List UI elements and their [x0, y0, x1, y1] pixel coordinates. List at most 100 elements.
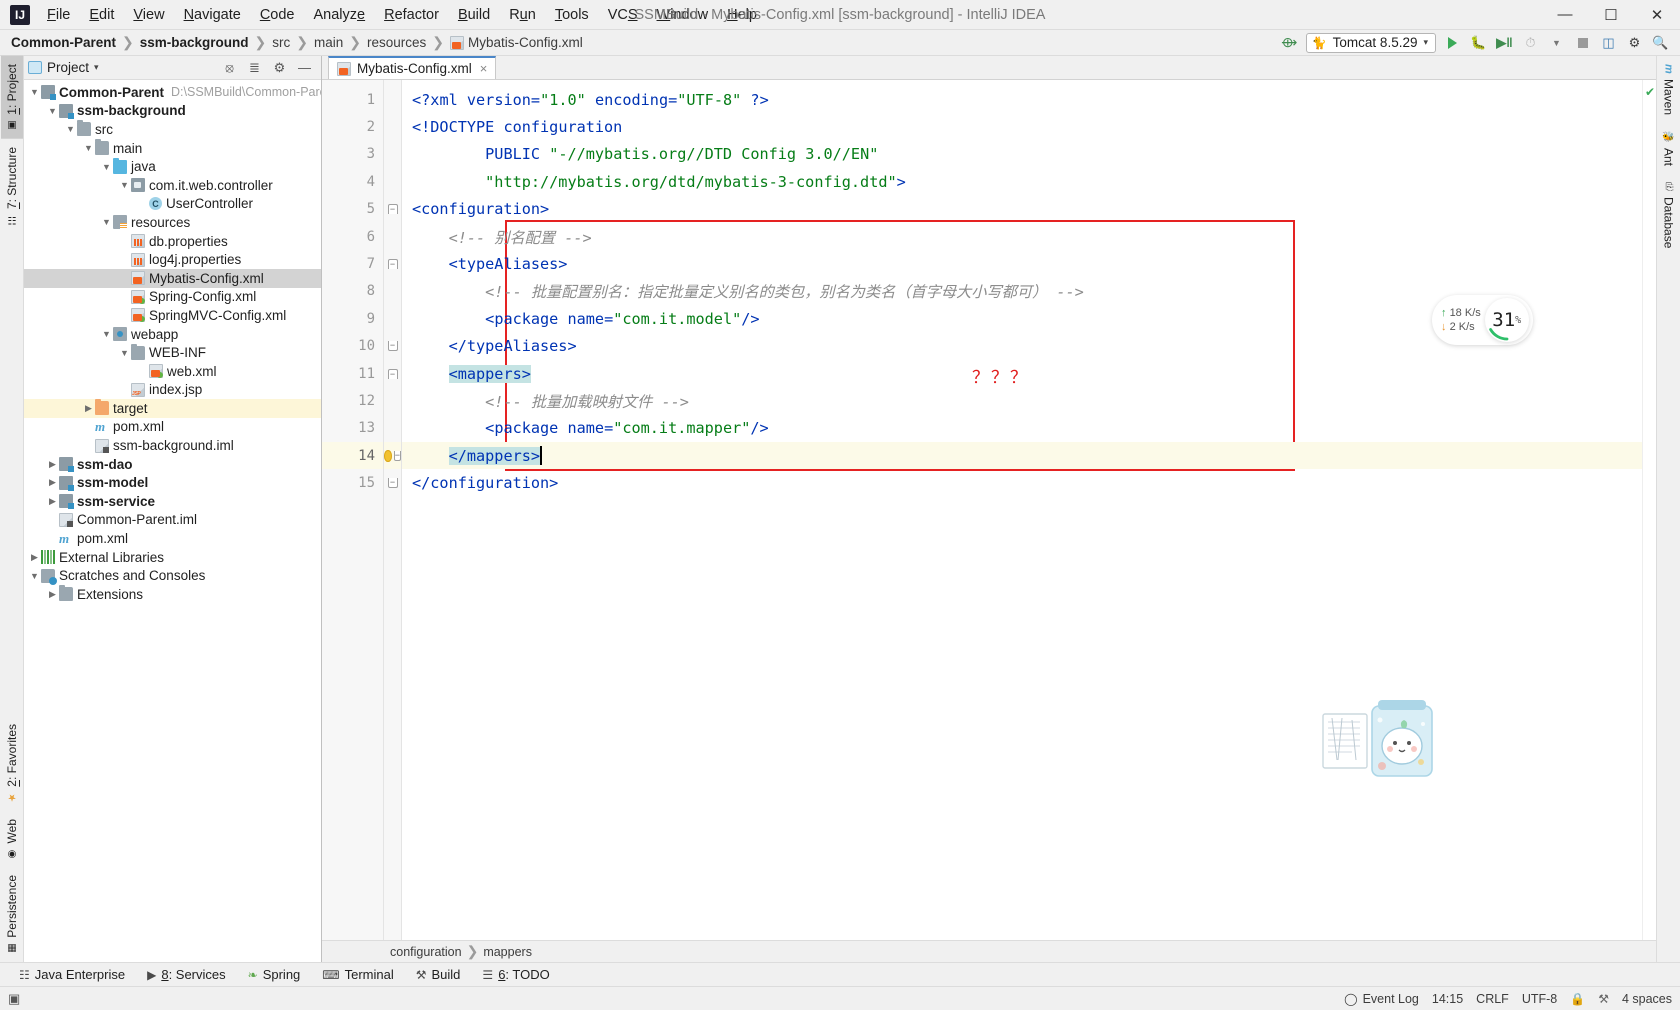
editor-breadcrumb-item-0[interactable]: configuration	[390, 945, 462, 959]
sidebar-item-database[interactable]: ⎘ Database	[1658, 174, 1680, 256]
line-number[interactable]: 12	[322, 387, 383, 414]
tree-node[interactable]: ▼ src	[24, 120, 321, 139]
code-line[interactable]: <!DOCTYPE configuration	[402, 113, 1642, 140]
tree-node[interactable]: ▶ ssm-model	[24, 473, 321, 492]
fold-toggle-icon[interactable]: −	[387, 204, 398, 215]
caret-position[interactable]: 14:15	[1432, 992, 1463, 1006]
tree-node[interactable]: ▼ webapp	[24, 325, 321, 344]
menu-item-build[interactable]: Build	[449, 3, 499, 27]
chevron-right-icon[interactable]: ▶	[46, 477, 59, 488]
git-branch-icon[interactable]: ⚒	[1598, 992, 1609, 1006]
line-number[interactable]: 4	[322, 168, 383, 195]
hammer-icon[interactable]: ⟴	[1280, 33, 1299, 52]
breadcrumb-item-2[interactable]: src	[267, 33, 295, 52]
close-button[interactable]: ✕	[1634, 0, 1680, 30]
chevron-down-icon[interactable]: ▼	[118, 348, 131, 358]
code-line[interactable]: </typeAliases>	[402, 333, 1642, 360]
tree-node[interactable]: m pom.xml	[24, 418, 321, 437]
code-line[interactable]: <!-- 批量配置别名：指定批量定义别名的类包，别名为类名（首字母大小写都可） …	[402, 278, 1642, 305]
line-number[interactable]: 11	[322, 360, 383, 387]
line-number[interactable]: 14	[322, 442, 383, 470]
tree-node[interactable]: ▼ WEB-INF	[24, 343, 321, 362]
editor-breadcrumb-item-1[interactable]: mappers	[483, 945, 532, 959]
chevron-right-icon[interactable]: ▶	[46, 459, 59, 470]
fold-row[interactable]	[384, 141, 401, 168]
bottom-tool-todo[interactable]: ☰ 6: TODO	[471, 965, 560, 984]
sidebar-item-persistence[interactable]: ▦ Persistence	[1, 867, 23, 962]
sidebar-item-favorites[interactable]: ★ 2: Favorites	[1, 716, 23, 811]
event-log-button[interactable]: ◯ Event Log	[1344, 992, 1419, 1006]
chevron-right-icon[interactable]: ▶	[46, 589, 59, 600]
code-line[interactable]: < package name = "com.it.model"/>	[402, 305, 1642, 332]
chevron-down-icon[interactable]: ▼	[1547, 33, 1566, 52]
menu-item-vcs[interactable]: VCS	[599, 3, 647, 27]
tree-node[interactable]: ▶ ssm-service	[24, 492, 321, 511]
file-encoding[interactable]: UTF-8	[1522, 992, 1557, 1006]
run-configuration-selector[interactable]: 🐈 Tomcat 8.5.29 ▾	[1305, 32, 1436, 53]
code-line[interactable]: "http://mybatis.org/dtd/mybatis-3-config…	[402, 168, 1642, 195]
bottom-tool-java-enterprise[interactable]: ☷ Java Enterprise	[8, 965, 136, 984]
chevron-down-icon[interactable]: ▼	[82, 143, 95, 153]
chevron-down-icon[interactable]: ▼	[46, 106, 59, 116]
chevron-down-icon[interactable]: ▼	[64, 124, 77, 134]
code-line[interactable]: < package name = "com.it.mapper"/>	[402, 415, 1642, 442]
stop-icon[interactable]	[1573, 33, 1592, 52]
bottom-tool-build[interactable]: ⚒ Build	[405, 965, 472, 984]
code-line[interactable]: </mappers>	[402, 442, 1642, 470]
line-separator[interactable]: CRLF	[1476, 992, 1509, 1006]
tree-node[interactable]: Spring-Config.xml	[24, 288, 321, 307]
chevron-down-icon[interactable]: ▼	[100, 217, 113, 227]
locate-icon[interactable]: ⦻	[220, 58, 239, 77]
code-folding-gutter[interactable]: − − − − − −	[384, 80, 402, 940]
tree-node[interactable]: ▼ Common-Parent D:\SSMBuild\Common-Parent	[24, 83, 321, 102]
sidebar-item-structure[interactable]: ☷ 7: Structure	[1, 139, 23, 233]
fold-row[interactable]: −	[384, 333, 401, 360]
fold-toggle-icon[interactable]: −	[387, 368, 398, 379]
tree-node[interactable]: ▼ resources	[24, 213, 321, 232]
code-line[interactable]: </configuration>	[402, 469, 1642, 496]
menu-item-window[interactable]: Window	[648, 3, 718, 27]
menu-item-help[interactable]: Help	[718, 3, 766, 27]
run-icon[interactable]	[1443, 33, 1462, 52]
menu-item-edit[interactable]: Edit	[80, 3, 123, 27]
code-line[interactable]: <typeAliases>	[402, 250, 1642, 277]
tree-node[interactable]: Mybatis-Config.xml	[24, 268, 321, 288]
code-line[interactable]: <configuration>	[402, 196, 1642, 223]
code-line[interactable]: <mappers>	[402, 360, 1642, 387]
line-number[interactable]: 2	[322, 113, 383, 140]
breadcrumb-item-3[interactable]: main	[309, 33, 348, 52]
tree-node[interactable]: ▼ com.it.web.controller	[24, 176, 321, 195]
chevron-down-icon[interactable]: ▼	[118, 180, 131, 190]
line-number[interactable]: 7	[322, 250, 383, 277]
line-number[interactable]: 15	[322, 469, 383, 496]
fold-row[interactable]: −	[384, 196, 401, 223]
fold-row[interactable]	[384, 387, 401, 414]
sidebar-item-maven[interactable]: m Maven	[1658, 56, 1680, 123]
menu-item-view[interactable]: View	[124, 3, 173, 27]
tree-node[interactable]: ▶ ssm-dao	[24, 455, 321, 474]
tree-node[interactable]: index.jsp	[24, 381, 321, 400]
chevron-down-icon[interactable]: ▼	[28, 87, 41, 97]
tree-node[interactable]: ssm-background.iml	[24, 436, 321, 455]
line-number[interactable]: 10	[322, 333, 383, 360]
chevron-right-icon[interactable]: ▶	[28, 552, 41, 563]
fold-row[interactable]	[384, 113, 401, 140]
hide-icon[interactable]: —	[295, 58, 314, 77]
breadcrumb-item-1[interactable]: ssm-background	[135, 33, 254, 52]
maximize-button[interactable]: ☐	[1588, 0, 1634, 30]
sidebar-item-project[interactable]: ▣ 1: Project	[0, 56, 23, 139]
tree-node[interactable]: m pom.xml	[24, 529, 321, 548]
tree-node[interactable]: ▼ ssm-background	[24, 102, 321, 121]
tree-node[interactable]: ▼ main	[24, 139, 321, 158]
fold-toggle-icon[interactable]: −	[393, 450, 401, 461]
line-number[interactable]: 5	[322, 196, 383, 223]
line-number[interactable]: 8	[322, 278, 383, 305]
code-line[interactable]: <!-- 批量加载映射文件 -->	[402, 387, 1642, 414]
fold-row[interactable]	[384, 223, 401, 250]
menu-item-refactor[interactable]: Refactor	[375, 3, 448, 27]
tree-node[interactable]: log4j.properties	[24, 250, 321, 269]
fold-row[interactable]: −	[384, 250, 401, 277]
fold-row[interactable]	[384, 278, 401, 305]
line-number[interactable]: 6	[322, 223, 383, 250]
sidebar-item-ant[interactable]: 🐝 Ant	[1658, 123, 1680, 174]
